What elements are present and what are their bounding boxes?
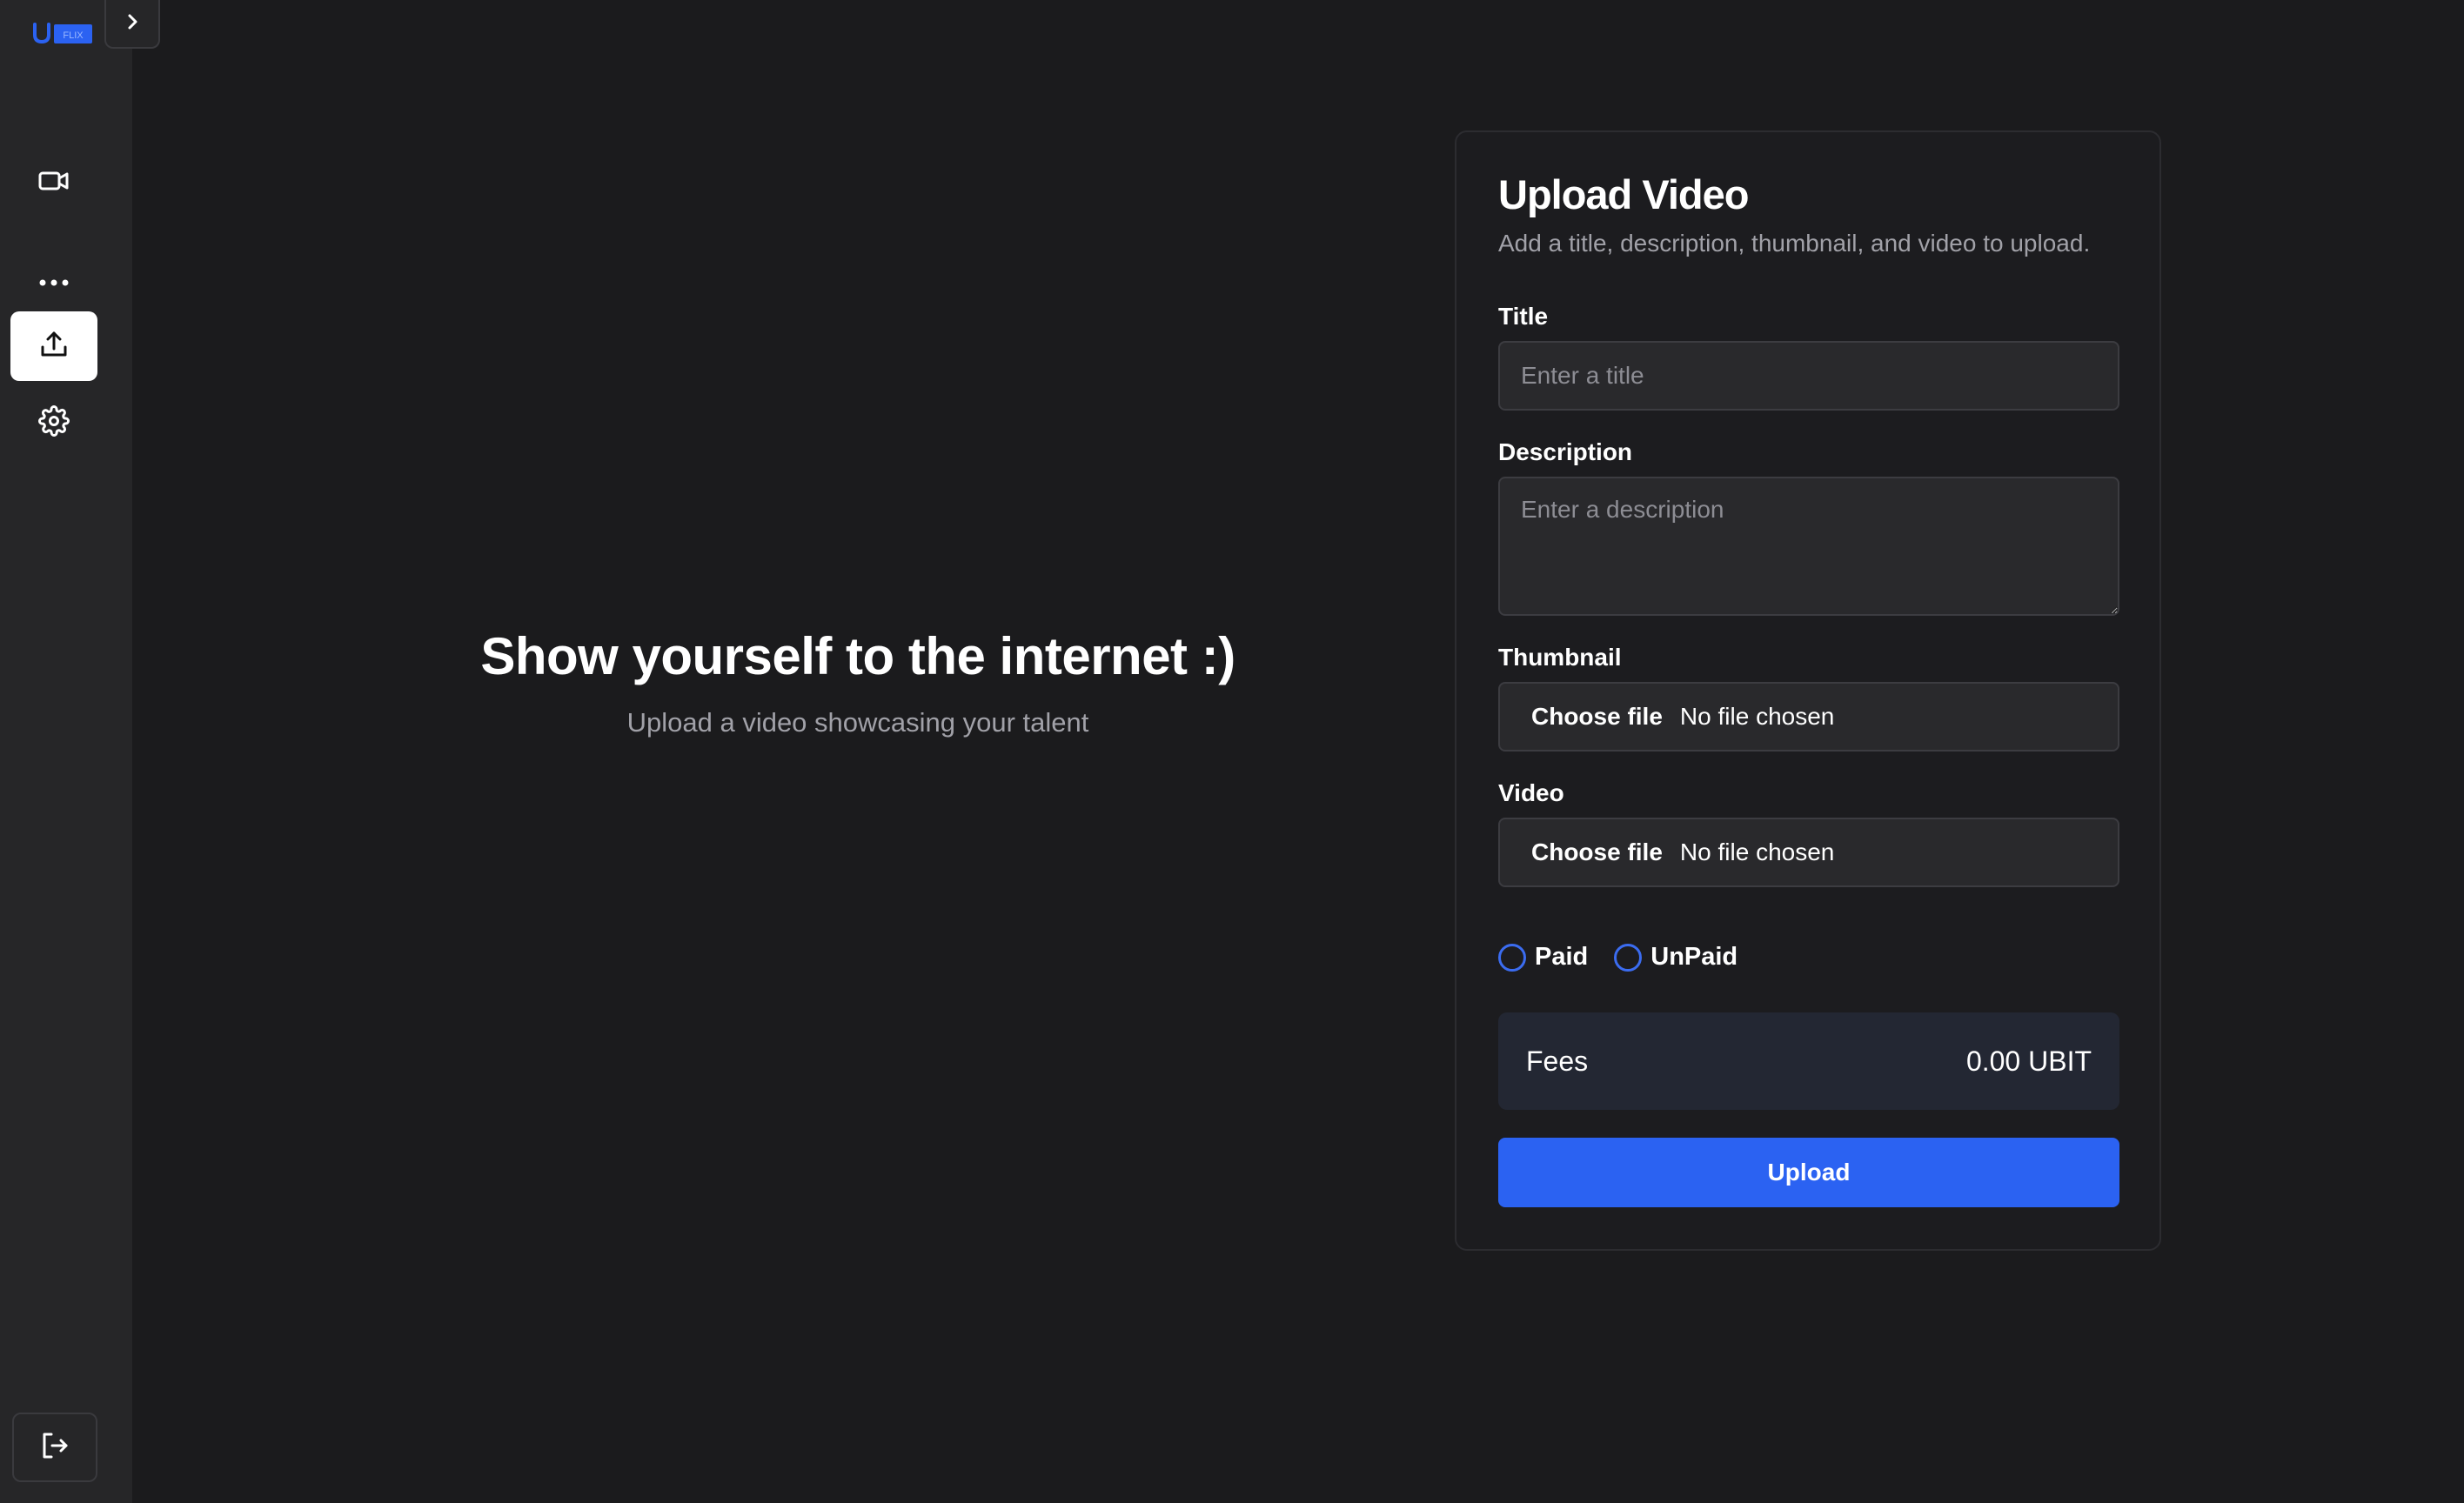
description-input[interactable]	[1498, 477, 2119, 616]
upload-video-card: Upload Video Add a title, description, t…	[1455, 130, 2161, 1251]
gear-icon	[38, 404, 70, 441]
video-file-input[interactable]: Choose file No file chosen	[1498, 818, 2119, 887]
app-logo[interactable]: FLIX	[33, 19, 92, 47]
video-camera-icon	[38, 169, 70, 197]
thumbnail-label: Thumbnail	[1498, 644, 1622, 671]
fees-box: Fees 0.00 UBIT	[1498, 1012, 2119, 1110]
more-dots-icon	[38, 276, 70, 291]
fees-label: Fees	[1526, 1045, 1589, 1077]
video-label: Video	[1498, 779, 1564, 806]
chevron-right-icon	[124, 11, 141, 37]
thumbnail-file-input[interactable]: Choose file No file chosen	[1498, 682, 2119, 752]
title-input[interactable]	[1498, 341, 2119, 411]
sidebar-item-more[interactable]	[10, 249, 97, 318]
thumbnail-choose-file-button[interactable]: Choose file	[1531, 703, 1663, 731]
sidebar-item-upload[interactable]	[10, 311, 97, 381]
fees-value: 0.00 UBIT	[1965, 1045, 2092, 1077]
thumbnail-file-status: No file chosen	[1679, 703, 1835, 730]
payment-type-group: Paid UnPaid	[1498, 943, 1764, 972]
hero-title: Show yourself to the internet :)	[480, 627, 1235, 685]
hero-subtitle: Upload a video showcasing your talent	[626, 707, 1089, 738]
logout-icon	[40, 1431, 70, 1465]
card-subtitle: Add a title, description, thumbnail, and…	[1498, 230, 2091, 257]
unpaid-label: UnPaid	[1650, 943, 1738, 971]
sidebar: FLIX	[0, 0, 132, 1503]
title-label: Title	[1498, 303, 1549, 330]
expand-sidebar-button[interactable]	[104, 0, 160, 49]
upload-button[interactable]: Upload	[1498, 1138, 2119, 1207]
video-choose-file-button[interactable]: Choose file	[1531, 838, 1663, 866]
hero: Show yourself to the internet :) Upload …	[336, 626, 1380, 738]
video-file-status: No file chosen	[1679, 838, 1835, 865]
description-label: Description	[1498, 438, 1633, 465]
unpaid-option[interactable]: UnPaid	[1614, 943, 1738, 972]
paid-radio[interactable]	[1498, 943, 1526, 972]
paid-label: Paid	[1535, 943, 1589, 971]
paid-option[interactable]: Paid	[1498, 943, 1588, 972]
sidebar-item-settings[interactable]	[10, 388, 97, 458]
card-title: Upload Video	[1498, 171, 1749, 217]
sidebar-item-videos[interactable]	[10, 148, 97, 217]
svg-text:FLIX: FLIX	[63, 30, 84, 41]
upload-icon	[39, 330, 69, 364]
unpaid-radio[interactable]	[1614, 943, 1643, 972]
logout-button[interactable]	[12, 1413, 97, 1482]
